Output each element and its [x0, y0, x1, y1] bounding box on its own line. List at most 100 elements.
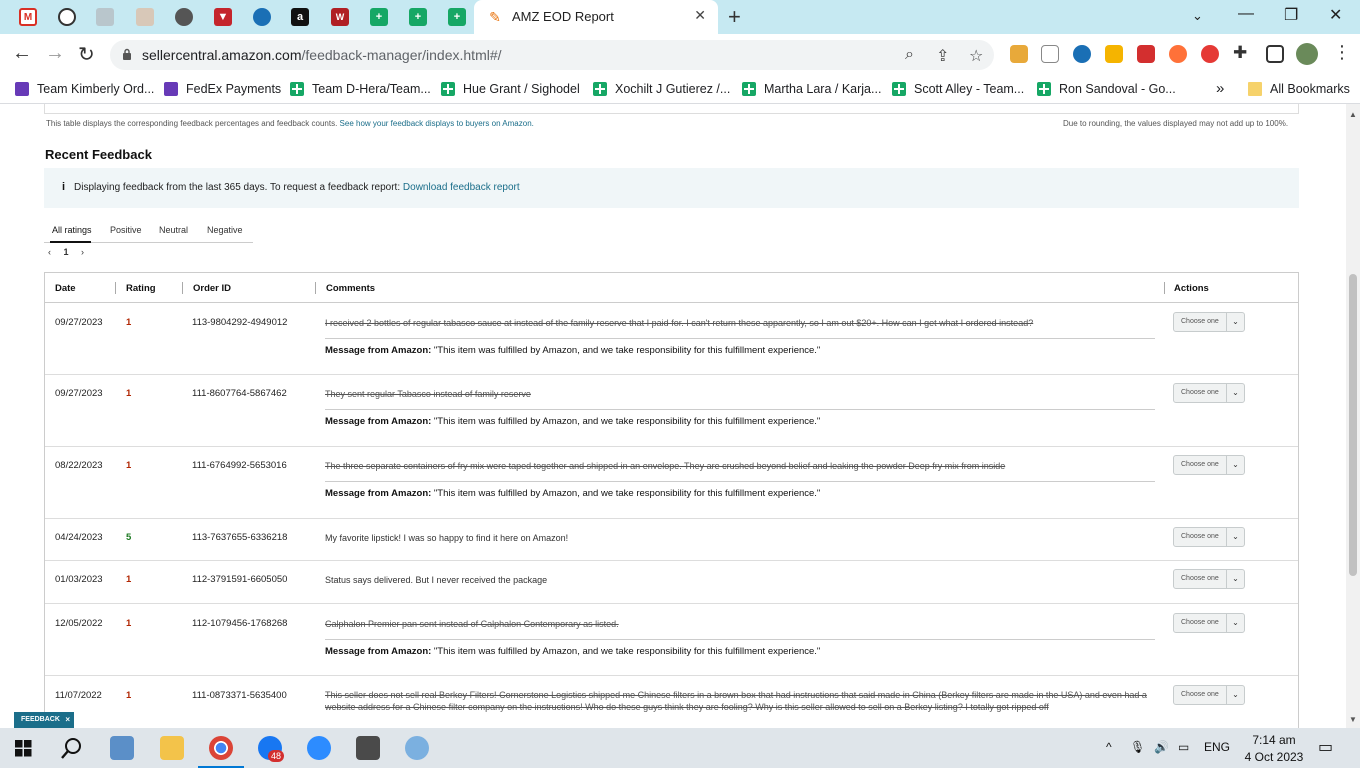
chatgpt-icon[interactable]: [58, 8, 76, 26]
tab-all-ratings[interactable]: All ratings: [52, 225, 92, 235]
zoom-icon[interactable]: ⌕: [905, 46, 914, 64]
scroll-up-icon[interactable]: ▲: [1349, 110, 1357, 119]
col-actions[interactable]: Actions: [1174, 283, 1209, 294]
scroll-down-icon[interactable]: ▼: [1349, 715, 1357, 724]
url-path: /feedback-manager/index.html#/: [301, 47, 502, 63]
bookmark-item[interactable]: FedEx Payments: [164, 82, 281, 96]
paint-icon[interactable]: [405, 736, 429, 760]
action-select[interactable]: Choose one ⌄: [1173, 569, 1245, 589]
prev-page-icon[interactable]: ‹: [48, 247, 51, 257]
current-page[interactable]: 1: [64, 247, 69, 257]
tab-negative[interactable]: Negative: [207, 225, 243, 235]
bookmark-item[interactable]: Xochilt J Gutierez /...: [593, 82, 730, 96]
minimize-icon[interactable]: —: [1238, 5, 1254, 23]
calculator-icon[interactable]: [356, 736, 380, 760]
restore-icon[interactable]: ❐: [1284, 5, 1298, 25]
side-panel-icon[interactable]: [1266, 45, 1284, 63]
row-order-id[interactable]: 111-6764992-5653016: [192, 460, 287, 471]
action-select[interactable]: Choose one ⌄: [1173, 685, 1245, 705]
new-tab-icon[interactable]: +: [728, 4, 741, 30]
tab-search-icon[interactable]: ⌄: [1192, 8, 1203, 24]
forward-icon[interactable]: →: [45, 42, 65, 65]
clock[interactable]: 7:14 am 4 Oct 2023: [1244, 732, 1304, 766]
action-select[interactable]: Choose one ⌄: [1173, 527, 1245, 547]
close-tab-icon[interactable]: ✕: [694, 7, 706, 24]
row-order-id[interactable]: 113-7637655-6336218: [192, 532, 287, 543]
action-select[interactable]: Choose one ⌄: [1173, 455, 1245, 475]
bookmark-item[interactable]: Team D-Hera/Team...: [290, 82, 431, 96]
all-bookmarks[interactable]: All Bookmarks: [1248, 82, 1350, 96]
row-order-id[interactable]: 113-9804292-4949012: [192, 317, 287, 328]
pc-icon[interactable]: [110, 736, 134, 760]
walmart-icon[interactable]: W: [331, 8, 349, 26]
bookmark-item[interactable]: Hue Grant / Sighodel: [441, 82, 580, 96]
col-comments[interactable]: Comments: [326, 283, 375, 294]
share-icon[interactable]: ⇪: [936, 46, 949, 66]
tab-favicon-icon[interactable]: [96, 8, 114, 26]
tab-favicon-icon[interactable]: [253, 8, 271, 26]
address-bar[interactable]: sellercentral.amazon.com/feedback-manage…: [110, 40, 994, 70]
microphone-icon[interactable]: 🎙: [1130, 740, 1145, 754]
vivaldi-icon[interactable]: ▼: [214, 8, 232, 26]
close-window-icon[interactable]: ✕: [1329, 5, 1342, 25]
bookmark-item[interactable]: Team Kimberly Ord...: [15, 82, 154, 96]
col-date[interactable]: Date: [55, 283, 76, 294]
zoom-app-icon[interactable]: [307, 736, 331, 760]
close-icon[interactable]: ×: [65, 715, 70, 724]
sheets-icon[interactable]: +: [370, 8, 388, 26]
extension-icon[interactable]: [1010, 45, 1028, 63]
gmail-icon[interactable]: M: [19, 8, 37, 26]
extension-icon[interactable]: [1201, 45, 1219, 63]
tab-active[interactable]: ✎ AMZ EOD Report ✕: [474, 0, 718, 34]
col-order-id[interactable]: Order ID: [193, 283, 231, 294]
profile-avatar[interactable]: [1296, 43, 1318, 65]
notifications-icon[interactable]: ▭: [1318, 737, 1333, 757]
row-order-id[interactable]: 112-1079456-1768268: [192, 618, 287, 629]
amazon-message: Message from Amazon: "This item was fulf…: [325, 646, 820, 657]
next-page-icon[interactable]: ›: [81, 247, 84, 257]
tray-chevron-icon[interactable]: ^: [1106, 740, 1112, 754]
volume-icon[interactable]: 🔊: [1154, 740, 1169, 754]
back-icon[interactable]: ←: [12, 42, 32, 65]
search-icon[interactable]: [61, 737, 83, 759]
windows-start-icon[interactable]: [15, 740, 32, 757]
language-indicator[interactable]: ENG: [1204, 740, 1230, 754]
row-rating: 5: [126, 532, 132, 543]
row-order-id[interactable]: 111-8607764-5867462: [192, 388, 287, 399]
chrome-icon[interactable]: [209, 736, 233, 760]
globe-icon[interactable]: [175, 8, 193, 26]
sheets-icon[interactable]: +: [409, 8, 427, 26]
col-rating[interactable]: Rating: [126, 283, 156, 294]
extension-icon[interactable]: [1041, 45, 1059, 63]
tab-positive[interactable]: Positive: [110, 225, 142, 235]
bookmark-item[interactable]: Scott Alley - Team...: [892, 82, 1024, 96]
bookmark-item[interactable]: Ron Sandoval - Go...: [1037, 82, 1176, 96]
see-feedback-link[interactable]: See how your feedback displays to buyers…: [340, 119, 534, 128]
reload-icon[interactable]: ↻: [78, 42, 95, 67]
extension-icon[interactable]: [1137, 45, 1155, 63]
menu-icon[interactable]: ⋮: [1333, 42, 1351, 63]
network-icon[interactable]: ▭: [1178, 740, 1189, 754]
action-select[interactable]: Choose one ⌄: [1173, 312, 1245, 332]
tab-favicon-icon[interactable]: [136, 8, 154, 26]
action-select[interactable]: Choose one ⌄: [1173, 383, 1245, 403]
download-report-link[interactable]: Download feedback report: [403, 182, 520, 193]
file-explorer-icon[interactable]: [160, 736, 184, 760]
bookmark-star-icon[interactable]: ☆: [969, 46, 983, 66]
amazon-icon[interactable]: a: [291, 8, 309, 26]
sheets-icon[interactable]: +: [448, 8, 466, 26]
row-order-id[interactable]: 112-3791591-6605050: [192, 574, 287, 585]
row-order-id[interactable]: 111-0873371-5635400: [192, 690, 287, 701]
extension-icon[interactable]: [1169, 45, 1187, 63]
tab-neutral[interactable]: Neutral: [159, 225, 188, 235]
bookmarks-overflow[interactable]: »: [1216, 80, 1224, 97]
extension-icon[interactable]: [1105, 45, 1123, 63]
extensions-puzzle-icon[interactable]: ✚: [1233, 43, 1247, 63]
feedback-button[interactable]: FEEDBACK ×: [14, 712, 74, 728]
bookmark-item[interactable]: Martha Lara / Karja...: [742, 82, 881, 96]
extension-icon[interactable]: [1073, 45, 1091, 63]
page-scrollbar[interactable]: ▲ ▼: [1346, 104, 1360, 728]
table-row: 04/24/2023 5 113-7637655-6336218 My favo…: [45, 519, 1298, 561]
scrollbar-thumb[interactable]: [1349, 274, 1357, 576]
action-select[interactable]: Choose one ⌄: [1173, 613, 1245, 633]
